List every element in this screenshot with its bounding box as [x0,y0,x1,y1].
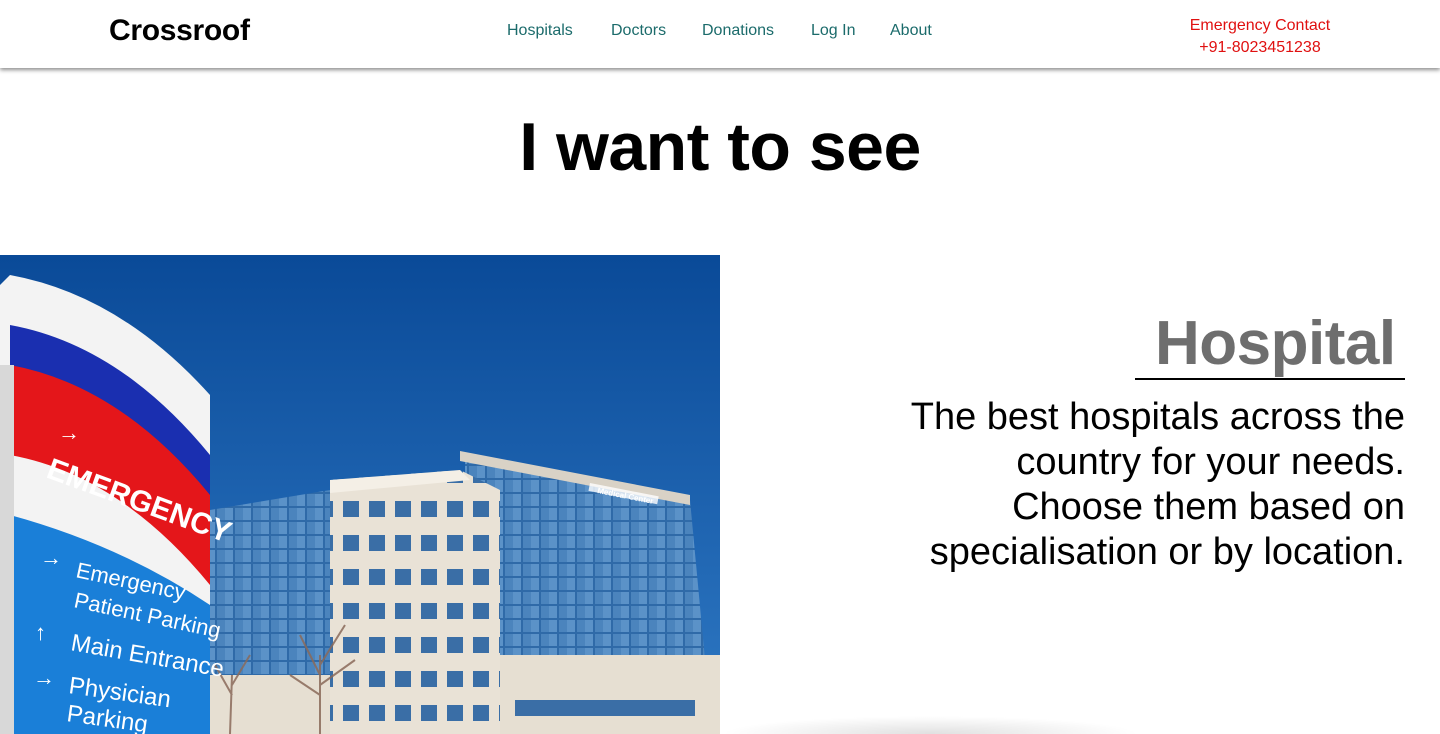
card-shadow [720,716,1140,734]
svg-text:→: → [33,665,55,690]
hospital-photo: → EMERGENCY → Emergency Patient Parking … [0,255,720,734]
nav-about[interactable]: About [890,22,932,40]
card-description: The best hospitals across the country fo… [910,396,1405,573]
svg-text:→: → [58,420,80,445]
navbar: Crossroof Hospitals Doctors Donations Lo… [0,0,1440,68]
nav-hospitals[interactable]: Hospitals [507,22,573,40]
svg-text:→: → [40,545,62,570]
svg-text:↑: ↑ [35,620,46,645]
hospital-image[interactable]: → EMERGENCY → Emergency Patient Parking … [0,255,720,734]
nav-login[interactable]: Log In [811,22,855,40]
nav-donations[interactable]: Donations [702,22,774,40]
nav-doctors[interactable]: Doctors [611,22,666,40]
card-title-underline: Hospital [1135,308,1405,380]
emergency-contact: Emergency Contact +91-8023451238 [1160,15,1360,59]
emergency-label: Emergency Contact [1189,17,1331,34]
page-heading: I want to see [519,109,921,185]
emergency-phone[interactable]: +91-8023451238 [1160,37,1360,59]
card-title[interactable]: Hospital [1155,308,1396,379]
